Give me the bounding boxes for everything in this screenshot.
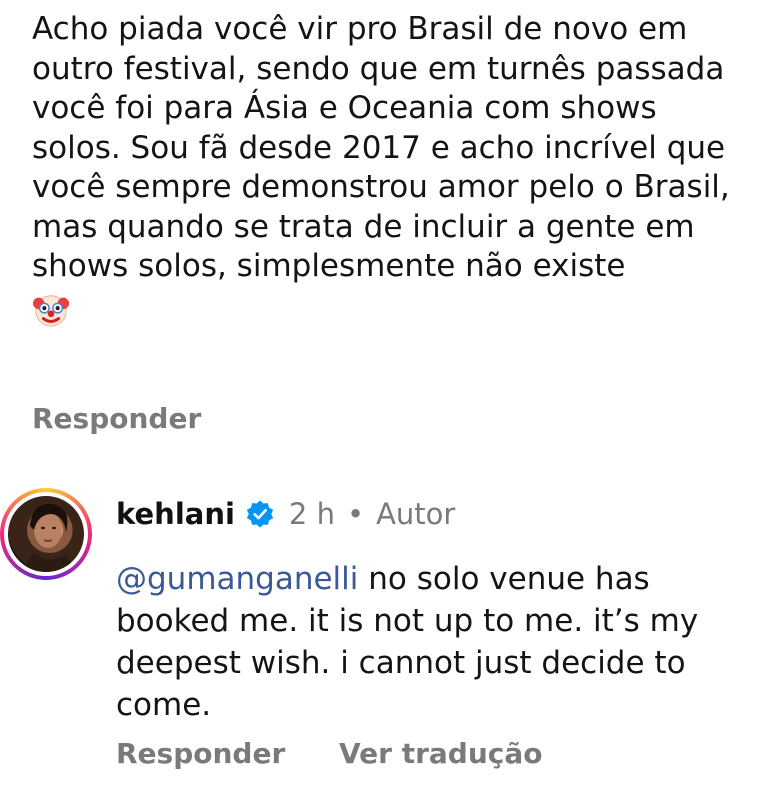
clown-face-emoji-icon bbox=[32, 294, 70, 327]
avatar[interactable] bbox=[0, 488, 92, 580]
reply-header: kehlani 2 h • Autor bbox=[116, 497, 455, 531]
comment-body: Acho piada você vir pro Brasil de novo e… bbox=[32, 10, 752, 329]
reply-time: 2 h bbox=[288, 497, 335, 531]
reply-username[interactable]: kehlani bbox=[116, 497, 235, 531]
reply-body: @gumanganelli no solo venue has booked m… bbox=[116, 558, 746, 726]
reply-mention-link[interactable]: @gumanganelli bbox=[116, 561, 358, 597]
comment-text: Acho piada você vir pro Brasil de novo e… bbox=[32, 11, 730, 284]
reply-actions: Responder Ver tradução bbox=[116, 737, 543, 770]
avatar-image-icon bbox=[20, 503, 78, 572]
see-translation-button[interactable]: Ver tradução bbox=[339, 737, 542, 770]
avatar-photo bbox=[8, 496, 84, 572]
avatar-border bbox=[4, 492, 88, 576]
meta-separator: • bbox=[346, 497, 365, 531]
author-label: Autor bbox=[376, 497, 456, 531]
verified-badge-icon bbox=[246, 500, 274, 528]
comment-reply-button[interactable]: Responder bbox=[32, 402, 201, 435]
reply-reply-button[interactable]: Responder bbox=[116, 737, 285, 770]
